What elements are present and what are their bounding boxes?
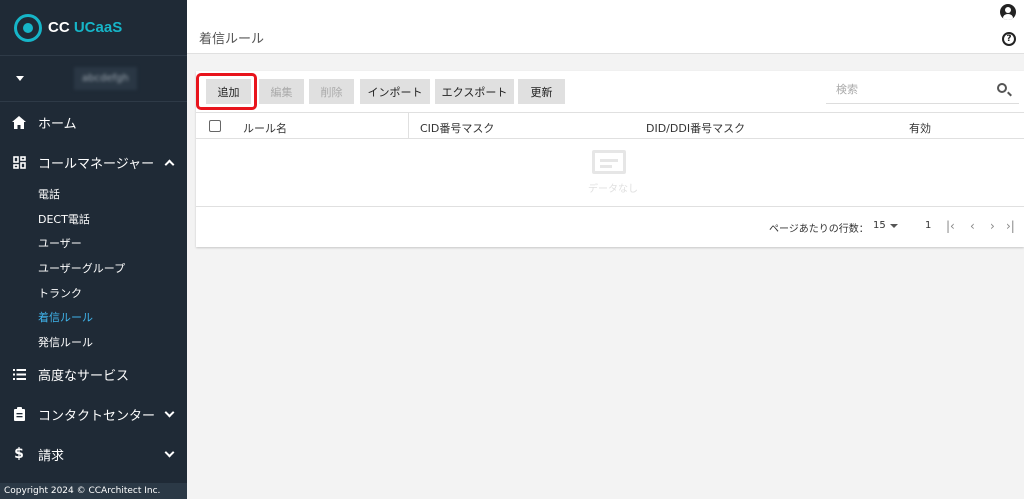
call-manager-submenu: 電話 DECT電話 ユーザー ユーザーグループ トランク 着信ルール 発信ルール <box>0 182 187 354</box>
sidebar-subitem-outbound-rules[interactable]: 発信ルール <box>0 330 187 355</box>
last-page-button[interactable]: ›| <box>1006 219 1015 233</box>
sidebar-subitem-user-groups[interactable]: ユーザーグループ <box>0 256 187 281</box>
column-header-did-mask[interactable]: DID/DDI番号マスク <box>646 120 745 136</box>
sidebar-subitem-users[interactable]: ユーザー <box>0 231 187 256</box>
edit-button[interactable]: 編集 <box>259 79 304 104</box>
rules-table-card: 追加 編集 削除 インポート エクスポート 更新 ルール名 CID番号マスク D… <box>196 71 1024 247</box>
rows-per-page-label: ページあたりの行数： <box>769 224 869 235</box>
table-header: ルール名 CID番号マスク DID/DDI番号マスク 有効 <box>196 112 1024 139</box>
help-icon[interactable]: ? <box>1002 32 1016 46</box>
highlight-box <box>196 73 257 110</box>
sidebar: CC UCaaS abcdefgh ホーム コールマネージャー 電話 DECT電… <box>0 0 187 499</box>
empty-box-icon <box>592 150 626 174</box>
sidebar-subitem-trunk[interactable]: トランク <box>0 280 187 305</box>
account-name: abcdefgh <box>74 67 137 90</box>
home-icon <box>12 115 26 129</box>
select-all-checkbox[interactable] <box>209 120 221 132</box>
logo-icon <box>14 13 42 42</box>
account-selector[interactable]: abcdefgh <box>0 56 187 102</box>
logo[interactable]: CC UCaaS <box>0 0 187 56</box>
toolbar: 追加 編集 削除 インポート エクスポート 更新 <box>196 71 1024 111</box>
sidebar-item-label: コンタクトセンター <box>38 408 156 424</box>
pagination: ページあたりの行数： 15 1 |‹ ‹ › ›| <box>196 208 1024 246</box>
sidebar-item-advanced-services[interactable]: 高度なサービス <box>0 354 187 394</box>
column-header-enabled[interactable]: 有効 <box>909 120 931 136</box>
dollar-icon: $ <box>14 446 24 463</box>
dashboard-icon <box>12 155 26 169</box>
delete-button[interactable]: 削除 <box>309 79 354 104</box>
empty-state-text: データなし <box>588 184 638 195</box>
previous-page-button[interactable]: ‹ <box>970 219 975 233</box>
column-divider <box>408 113 409 139</box>
first-page-button[interactable]: |‹ <box>946 219 955 233</box>
column-header-rule-name[interactable]: ルール名 <box>243 120 287 136</box>
column-header-cid-mask[interactable]: CID番号マスク <box>420 120 494 136</box>
sidebar-item-billing[interactable]: $ 請求 <box>0 434 187 474</box>
sidebar-item-call-manager[interactable]: コールマネージャー <box>0 142 187 182</box>
sidebar-item-label: コールマネージャー <box>38 156 155 172</box>
refresh-button[interactable]: 更新 <box>518 79 565 104</box>
caret-down-icon <box>16 76 24 81</box>
search-input[interactable] <box>826 77 986 101</box>
sidebar-item-contact-center[interactable]: コンタクトセンター <box>0 394 187 434</box>
user-account-icon[interactable] <box>1000 4 1016 20</box>
import-button[interactable]: インポート <box>360 79 430 104</box>
search-box <box>826 77 1019 104</box>
sidebar-subitem-phone[interactable]: 電話 <box>0 182 187 207</box>
sidebar-subitem-inbound-rules[interactable]: 着信ルール <box>0 305 187 330</box>
rows-per-page-select[interactable]: 15 <box>873 220 886 231</box>
search-icon[interactable] <box>997 83 1007 93</box>
sidebar-item-label: 高度なサービス <box>38 368 130 384</box>
clipboard-icon <box>12 407 26 422</box>
chevron-up-icon <box>164 159 175 169</box>
logo-cc: CC <box>48 19 70 36</box>
sidebar-item-home[interactable]: ホーム <box>0 102 187 142</box>
export-button[interactable]: エクスポート <box>435 79 514 104</box>
empty-state: データなし <box>196 140 1024 207</box>
chevron-down-icon <box>164 407 175 418</box>
logo-ucaas: UCaaS <box>73 19 123 36</box>
current-page: 1 <box>925 220 932 231</box>
page-title: 着信ルール <box>199 32 265 47</box>
sidebar-subitem-dect-phone[interactable]: DECT電話 <box>0 207 187 232</box>
list-icon <box>12 367 26 381</box>
sidebar-item-label: 請求 <box>38 448 65 464</box>
next-page-button[interactable]: › <box>990 219 995 233</box>
chevron-down-icon <box>164 447 175 458</box>
page-header: 着信ルール ? <box>187 0 1024 54</box>
dropdown-caret-icon[interactable] <box>890 224 898 228</box>
copyright-footer: Copyright 2024 © CCArchitect Inc. <box>0 483 187 499</box>
sidebar-item-label: ホーム <box>38 116 77 132</box>
